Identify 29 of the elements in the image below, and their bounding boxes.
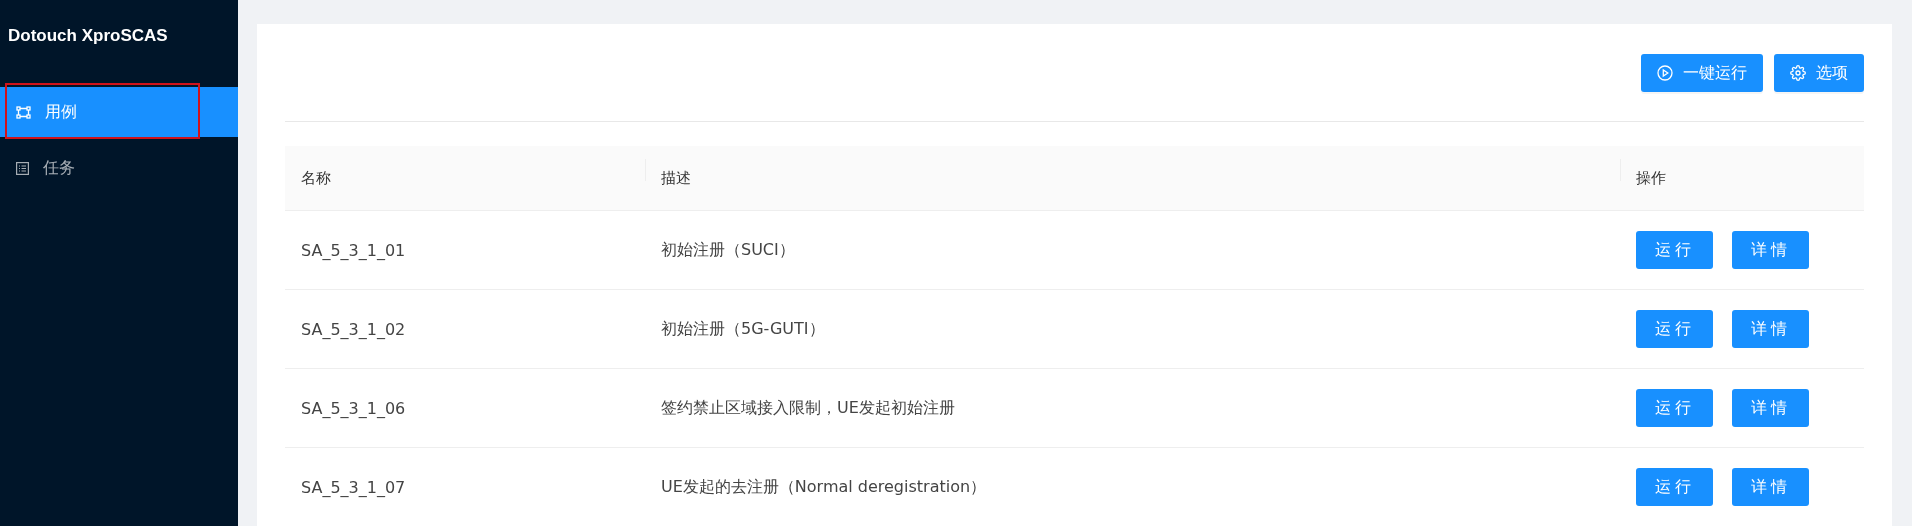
play-icon — [1657, 65, 1673, 81]
run-button[interactable]: 运行 — [1636, 310, 1713, 348]
settings-icon — [1790, 65, 1806, 81]
menu-label: 用例 — [45, 101, 77, 123]
column-header: 描述 — [661, 168, 691, 187]
menu-item[interactable]: 任务 — [0, 143, 238, 193]
details-button[interactable]: 详情 — [1732, 310, 1809, 348]
nodes-icon — [16, 105, 31, 119]
column-header: 操作 — [1636, 168, 1666, 187]
table-cell: SA_5_3_1_01 — [301, 240, 406, 260]
table-cell: SA_5_3_1_06 — [301, 398, 406, 418]
table-cell: UE发起的去注册（Normal deregistration） — [661, 476, 987, 496]
table-cell: 初始注册（5G-GUTI） — [661, 318, 825, 338]
app-logo: Dotouch XproSCAS — [7, 25, 169, 47]
details-button[interactable]: 详情 — [1732, 389, 1809, 427]
run-button[interactable]: 运行 — [1636, 389, 1713, 427]
toolbar-button[interactable]: 选项 — [1774, 54, 1864, 92]
column-header: 名称 — [301, 168, 331, 187]
details-button[interactable]: 详情 — [1732, 468, 1809, 506]
table-cell: SA_5_3_1_02 — [301, 319, 406, 339]
run-button[interactable]: 运行 — [1636, 231, 1713, 269]
table-cell: SA_5_3_1_07 — [301, 477, 406, 497]
table-cell: 签约禁止区域接入限制，UE发起初始注册 — [661, 397, 955, 417]
details-button[interactable]: 详情 — [1732, 231, 1809, 269]
menu-label: 任务 — [43, 157, 75, 179]
table-cell: 初始注册（SUCI） — [661, 239, 795, 259]
list-icon — [16, 161, 29, 175]
run-button[interactable]: 运行 — [1636, 468, 1713, 506]
toolbar-button[interactable]: 一键运行 — [1641, 54, 1763, 92]
